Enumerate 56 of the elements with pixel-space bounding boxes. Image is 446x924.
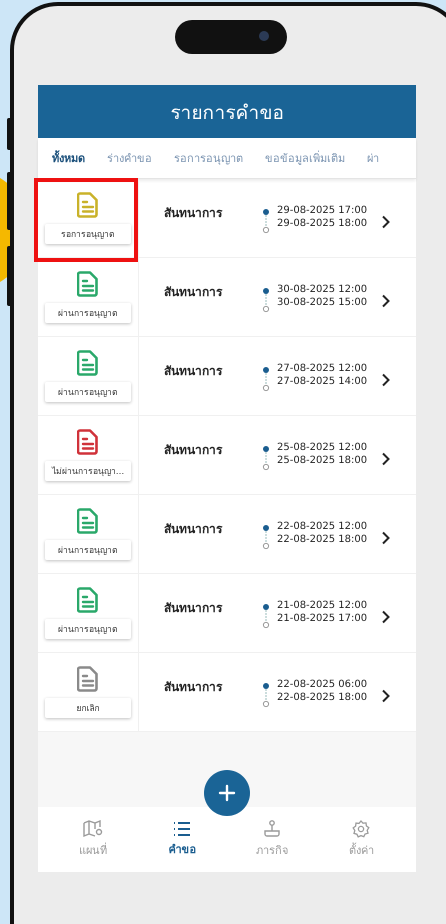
plus-icon: [218, 784, 236, 802]
request-row[interactable]: ไม่ผ่านการอนุญา… สันทนาการ 25-08-2025 12:00 25-08-2025 18:00: [38, 416, 416, 495]
start-time: 29-08-2025 17:00: [277, 205, 368, 216]
joystick-icon: [262, 820, 281, 838]
chevron-right-icon: [381, 610, 390, 624]
status-label: ผ่านการอนุญาต: [45, 619, 131, 639]
request-title: สันทนาการ: [164, 679, 224, 696]
start-time: 22-08-2025 12:00: [277, 521, 368, 532]
chevron-right-icon: [381, 294, 390, 308]
end-time: 22-08-2025 18:00: [277, 534, 368, 545]
request-title: สันทนาการ: [164, 600, 224, 617]
status-label: ผ่านการอนุญาต: [45, 382, 131, 402]
chevron-right-icon: [381, 373, 390, 387]
timeline-icon: [262, 366, 270, 392]
timeline-icon: [262, 603, 270, 629]
request-title: สันทนาการ: [164, 205, 224, 222]
filter-tab[interactable]: ทั้งหมด: [52, 149, 85, 167]
request-row[interactable]: ผ่านการอนุญาต สันทนาการ 21-08-2025 12:00 21-08-2025 17:00: [38, 574, 416, 653]
request-row[interactable]: ผ่านการอนุญาต สันทนาการ 27-08-2025 12:00 27-08-2025 14:00: [38, 337, 416, 416]
request-title: สันทนาการ: [164, 363, 224, 380]
request-row[interactable]: ผ่านการอนุญาต สันทนาการ 22-08-2025 12:00 22-08-2025 18:00: [38, 495, 416, 574]
start-time: 22-08-2025 06:00: [277, 679, 368, 690]
request-title: สันทนาการ: [164, 442, 224, 459]
timeline-icon: [262, 208, 270, 234]
timeline-icon: [262, 524, 270, 550]
start-time: 21-08-2025 12:00: [277, 600, 368, 611]
end-time: 27-08-2025 14:00: [277, 376, 368, 387]
start-time: 25-08-2025 12:00: [277, 442, 368, 453]
settings-icon: [352, 820, 370, 838]
chevron-right-icon: [381, 452, 390, 466]
timeline-icon: [262, 445, 270, 471]
end-time: 30-08-2025 15:00: [277, 297, 368, 308]
timeline-icon: [262, 287, 270, 313]
end-time: 29-08-2025 18:00: [277, 218, 368, 229]
status-label: ผ่านการอนุญาต: [45, 303, 131, 323]
request-row[interactable]: รอการอนุญาต สันทนาการ 29-08-2025 17:00 29-08-2025 18:00: [38, 179, 416, 258]
end-time: 21-08-2025 17:00: [277, 613, 368, 624]
list-icon: [173, 821, 192, 837]
chevron-right-icon: [381, 215, 390, 229]
request-title: สันทนาการ: [164, 521, 224, 538]
end-time: 22-08-2025 18:00: [277, 692, 368, 703]
end-time: 25-08-2025 18:00: [277, 455, 368, 466]
chevron-right-icon: [381, 531, 390, 545]
status-label: ไม่ผ่านการอนุญา…: [45, 461, 131, 481]
timeline-icon: [262, 682, 270, 708]
chevron-right-icon: [381, 689, 390, 703]
request-title: สันทนาการ: [164, 284, 224, 301]
start-time: 30-08-2025 12:00: [277, 284, 368, 295]
nav-item[interactable]: คำขอ: [152, 821, 212, 858]
status-label: ยกเลิก: [45, 698, 131, 718]
start-time: 27-08-2025 12:00: [277, 363, 368, 374]
map-icon: [82, 820, 103, 838]
screen-title: รายการคำขอ: [170, 100, 284, 126]
status-label: รอการอนุญาต: [45, 224, 131, 244]
status-label: ผ่านการอนุญาต: [45, 540, 131, 560]
request-row[interactable]: ผ่านการอนุญาต สันทนาการ 30-08-2025 12:00 30-08-2025 15:00: [38, 258, 416, 337]
